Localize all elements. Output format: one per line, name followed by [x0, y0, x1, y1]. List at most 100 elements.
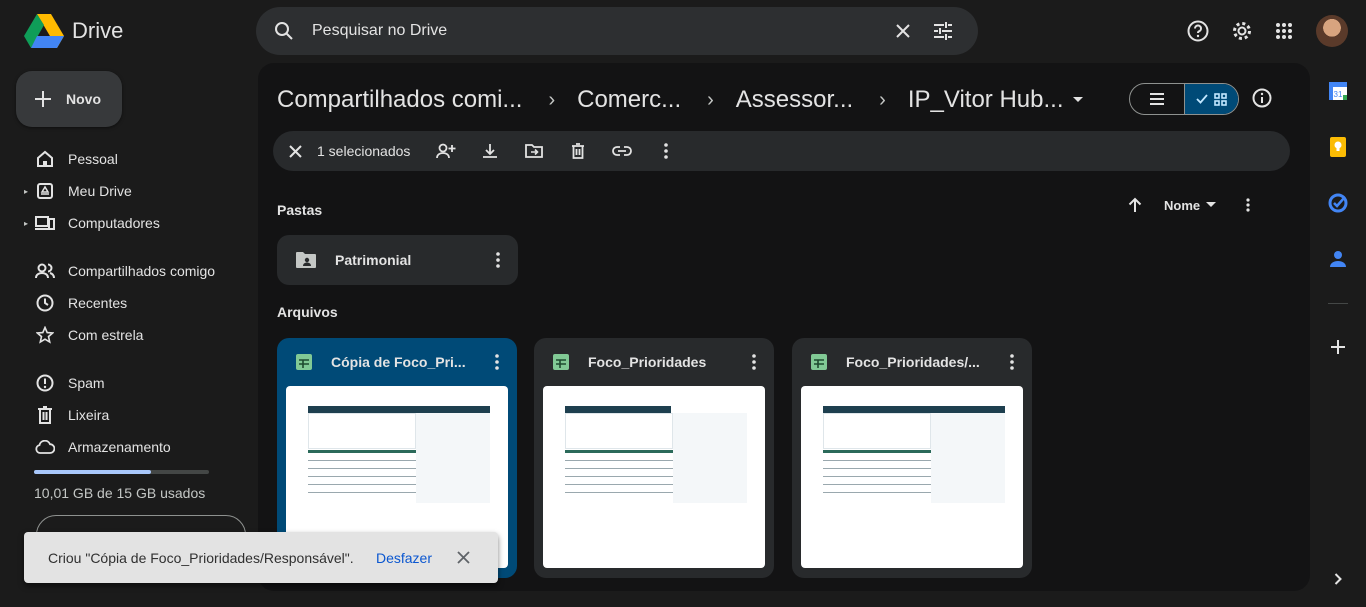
grid-icon [1214, 92, 1227, 106]
spam-icon [34, 372, 56, 394]
side-panel-divider [1328, 303, 1348, 304]
sidebar-item-computadores[interactable]: ▸ Computadores [24, 207, 234, 239]
sidebar-item-label: Com estrela [68, 327, 144, 343]
file-thumbnail [543, 386, 765, 568]
sidebar-item-recentes[interactable]: Recentes [24, 287, 234, 319]
file-name: Foco_Prioridades/... [846, 354, 980, 370]
sidebar-item-label: Recentes [68, 295, 128, 311]
more-vert-icon[interactable] [992, 354, 1032, 370]
plus-icon [35, 91, 51, 107]
settings-gear-icon[interactable] [1222, 11, 1262, 51]
chevron-right-icon: › [879, 88, 886, 111]
expand-caret-icon[interactable]: ▸ [24, 187, 34, 196]
star-icon [34, 324, 56, 346]
dropdown-arrow-icon[interactable] [1206, 202, 1217, 208]
main-content: Compartilhados comi... › Comerc... › Ass… [258, 63, 1310, 591]
search-options-icon[interactable] [926, 14, 960, 48]
sidebar-item-label: Pessoal [68, 151, 118, 167]
sort-by-dropdown[interactable]: Nome [1164, 198, 1200, 213]
list-icon [1150, 93, 1164, 105]
download-icon[interactable] [468, 131, 512, 171]
sidebar-item-label: Spam [68, 375, 105, 391]
clear-search-icon[interactable] [886, 14, 920, 48]
trash-icon [34, 404, 56, 426]
search-input[interactable]: Pesquisar no Drive [312, 22, 886, 40]
drive-logo-icon [24, 14, 64, 48]
shared-folder-icon [295, 251, 317, 269]
drive-logo[interactable]: Drive [24, 12, 123, 50]
sidebar-item-label: Armazenamento [68, 439, 171, 455]
file-card[interactable]: Foco_Prioridades/... [792, 338, 1032, 578]
search-icon[interactable] [274, 21, 294, 41]
sheets-icon [295, 353, 313, 371]
files-section-label: Arquivos [277, 304, 338, 320]
contacts-icon[interactable] [1322, 243, 1354, 275]
more-vert-icon[interactable] [1246, 198, 1250, 212]
sort-direction-arrow-up-icon[interactable] [1128, 197, 1142, 213]
sidebar-item-spam[interactable]: Spam [24, 367, 234, 399]
snackbar-message: Criou "Cópia de Foco_Prioridades/Respons… [48, 549, 354, 566]
sidebar-item-pessoal[interactable]: Pessoal [24, 143, 234, 175]
sidebar-item-label: Compartilhados comigo [68, 263, 216, 279]
sidebar-item-lixeira[interactable]: Lixeira [24, 399, 234, 431]
chevron-right-icon: › [548, 88, 556, 111]
cloud-icon [34, 436, 56, 458]
expand-caret-icon[interactable]: ▸ [24, 219, 34, 228]
account-avatar[interactable] [1316, 15, 1348, 47]
undo-button[interactable]: Desfazer [376, 550, 432, 566]
keep-icon[interactable] [1322, 131, 1354, 163]
grid-view-button[interactable] [1184, 84, 1238, 114]
chevron-right-icon: › [707, 88, 714, 111]
home-icon [34, 148, 56, 170]
new-button[interactable]: Novo [16, 71, 122, 127]
breadcrumb-item[interactable]: Compartilhados comi... [277, 86, 522, 114]
breadcrumb-current[interactable]: IP_Vitor Hub... [908, 86, 1064, 114]
trash-icon[interactable] [556, 131, 600, 171]
breadcrumb-item[interactable]: Comerc... [577, 86, 681, 114]
close-icon[interactable] [448, 543, 478, 573]
my-drive-icon [34, 180, 56, 202]
new-button-label: Novo [66, 91, 101, 107]
share-person-add-icon[interactable] [424, 131, 468, 171]
clear-selection-icon[interactable] [285, 131, 305, 171]
list-view-button[interactable] [1130, 84, 1184, 114]
folder-name: Patrimonial [335, 252, 412, 268]
sidebar-item-meu-drive[interactable]: ▸ Meu Drive [24, 175, 234, 207]
sidebar-item-com-estrela[interactable]: Com estrela [24, 319, 234, 351]
move-to-folder-icon[interactable] [512, 131, 556, 171]
dropdown-arrow-icon[interactable] [1073, 97, 1084, 103]
sheets-icon [552, 353, 570, 371]
sheets-icon [810, 353, 828, 371]
file-name: Foco_Prioridades [588, 354, 707, 370]
info-icon[interactable] [1252, 88, 1272, 108]
svg-text:31: 31 [1334, 90, 1343, 99]
file-card[interactable]: Foco_Prioridades [534, 338, 774, 578]
folders-section-label: Pastas [277, 202, 323, 218]
more-vert-icon[interactable] [644, 131, 688, 171]
view-toggle [1129, 83, 1239, 115]
more-vert-icon[interactable] [477, 354, 517, 370]
clock-icon [34, 292, 56, 314]
sort-controls: Nome [1128, 191, 1250, 219]
sidebar-item-label: Lixeira [68, 407, 110, 423]
add-addon-plus-icon[interactable] [1322, 331, 1354, 363]
apps-grid-icon[interactable] [1264, 11, 1304, 51]
selection-toolbar: 1 selecionados [273, 131, 1290, 171]
storage-progress-bar [34, 470, 209, 474]
more-vert-icon[interactable] [478, 252, 518, 268]
copy-link-icon[interactable] [600, 131, 644, 171]
computers-icon [34, 212, 56, 234]
calendar-icon[interactable]: 31 [1322, 75, 1354, 107]
breadcrumb-item[interactable]: Assessor... [736, 86, 853, 114]
search-bar[interactable]: Pesquisar no Drive [256, 7, 978, 55]
sidebar-item-compartilhados[interactable]: Compartilhados comigo [24, 255, 234, 287]
show-side-panel-chevron-icon[interactable] [1322, 563, 1354, 595]
sidebar-item-label: Computadores [68, 215, 160, 231]
more-vert-icon[interactable] [734, 354, 774, 370]
help-icon[interactable] [1178, 11, 1218, 51]
tasks-icon[interactable] [1322, 187, 1354, 219]
folder-card[interactable]: Patrimonial [277, 235, 518, 285]
file-name: Cópia de Foco_Pri... [331, 354, 466, 370]
app-title: Drive [72, 18, 124, 43]
sidebar-item-armazenamento[interactable]: Armazenamento [24, 431, 234, 463]
